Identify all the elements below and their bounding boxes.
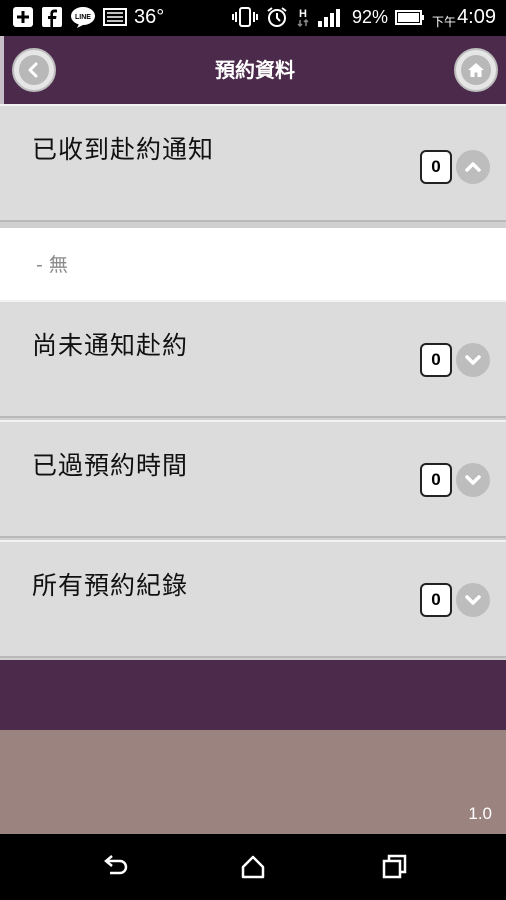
- back-arrow-icon: [28, 62, 38, 78]
- chevron-up-icon: [465, 162, 481, 172]
- status-bar: LINE 36° H 92% 下午4:09: [0, 0, 506, 36]
- count-badge: 0: [420, 583, 452, 617]
- svg-text:H: H: [299, 8, 307, 20]
- section-title: 已收到赴約通知: [32, 135, 215, 164]
- page-title: 預約資料: [215, 58, 295, 82]
- appointment-list: 已收到赴約通知 0 - 無 尚未通知赴約 0 已過預約時間 0 所有預約紀錄 0: [0, 104, 506, 660]
- signal-icon: [318, 9, 341, 27]
- clock: 4:09: [457, 6, 496, 28]
- chevron-down-icon: [465, 595, 481, 605]
- nav-home-icon[interactable]: [237, 851, 269, 883]
- count-badge: 0: [420, 150, 452, 184]
- empty-text: - 無: [36, 254, 68, 276]
- vibrate-icon: [232, 7, 259, 27]
- section-all-records[interactable]: 所有預約紀錄 0: [0, 540, 506, 658]
- nav-back-icon[interactable]: [98, 851, 130, 883]
- battery-percent: 92%: [352, 7, 389, 27]
- section-title: 已過預約時間: [32, 451, 189, 480]
- image-icon: [103, 8, 127, 26]
- chevron-down-icon: [465, 475, 481, 485]
- svg-text:LINE: LINE: [75, 14, 91, 21]
- expand-toggle[interactable]: [456, 463, 490, 497]
- system-nav-bar: [0, 834, 506, 900]
- section-not-notified[interactable]: 尚未通知赴約 0: [0, 300, 506, 418]
- version-label: 1.0: [468, 804, 492, 823]
- expand-toggle[interactable]: [456, 343, 490, 377]
- nav-recents-icon[interactable]: [378, 851, 410, 883]
- section-title: 尚未通知赴約: [32, 331, 189, 360]
- home-button[interactable]: [454, 48, 498, 92]
- time-period: 下午: [432, 15, 457, 29]
- home-icon: [468, 63, 484, 77]
- section-title: 所有預約紀錄: [32, 571, 189, 600]
- expanded-detail: - 無: [0, 228, 506, 300]
- section-received-notice[interactable]: 已收到赴約通知 0: [0, 104, 506, 222]
- collapse-toggle[interactable]: [456, 150, 490, 184]
- footer-band: [0, 660, 506, 730]
- app-header: 預約資料: [0, 36, 506, 104]
- add-icon: [13, 7, 33, 27]
- back-button[interactable]: [12, 48, 56, 92]
- battery-icon: [395, 10, 425, 25]
- count-badge: 0: [420, 463, 452, 497]
- line-icon: LINE: [71, 7, 95, 28]
- alarm-icon: [267, 7, 287, 27]
- footer-area: 1.0: [0, 730, 506, 834]
- section-past-appointments[interactable]: 已過預約時間 0: [0, 420, 506, 538]
- chevron-down-icon: [465, 355, 481, 365]
- data-h-icon: H: [297, 8, 309, 28]
- temperature-text: 36°: [134, 6, 165, 28]
- expand-toggle[interactable]: [456, 583, 490, 617]
- count-badge: 0: [420, 343, 452, 377]
- facebook-icon: [42, 7, 62, 27]
